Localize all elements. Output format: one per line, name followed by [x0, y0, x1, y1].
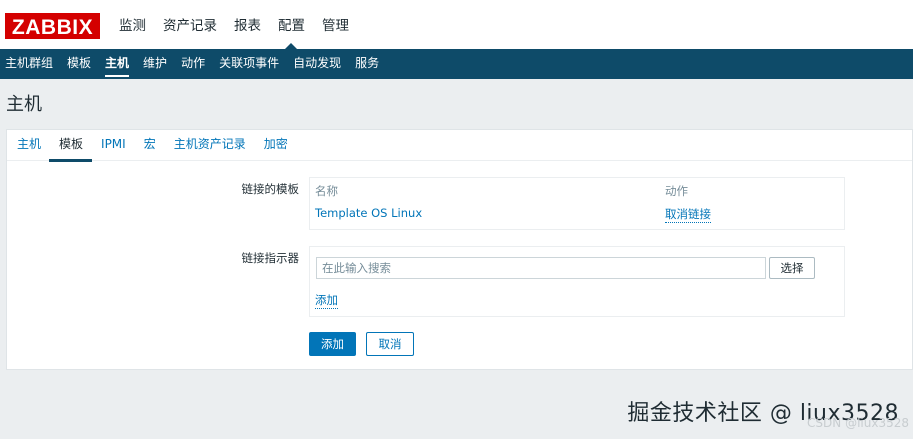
zabbix-logo[interactable]: ZABBIX: [5, 13, 100, 39]
column-header-name: 名称: [315, 184, 338, 198]
main-menu-reports[interactable]: 报表: [225, 0, 269, 49]
tab-macros[interactable]: 宏: [134, 130, 164, 161]
sub-menu-actions[interactable]: 动作: [176, 49, 214, 79]
sub-menu-host-groups[interactable]: 主机群组: [0, 49, 62, 79]
page-title: 主机: [6, 94, 42, 115]
watermark-subtext: CSDN @liux3528: [807, 416, 909, 430]
select-button[interactable]: 选择: [769, 257, 815, 279]
tab-templates[interactable]: 模板: [49, 130, 93, 162]
sub-menu-templates[interactable]: 模板: [62, 49, 100, 79]
link-indicator-box: 在此输入搜索 选择 添加: [309, 246, 845, 317]
add-button[interactable]: 添加: [309, 332, 356, 356]
linked-templates-table: 名称 动作 Template OS Linux 取消链接: [309, 177, 845, 230]
form-tabs: 主机 模板 IPMI 宏 主机资产记录 加密: [7, 130, 912, 162]
main-menu-configuration[interactable]: 配置: [269, 0, 313, 50]
top-header: ZABBIX 监测 资产记录 报表 配置 管理: [0, 0, 913, 50]
host-form-panel: 主机 模板 IPMI 宏 主机资产记录 加密 链接的模板 名称 动作 Templ…: [6, 129, 913, 370]
main-menu-inventory[interactable]: 资产记录: [154, 0, 225, 49]
link-indicator-label: 链接指示器: [241, 251, 300, 265]
sub-menu-maintenance[interactable]: 维护: [138, 49, 176, 79]
sub-menu-services[interactable]: 服务: [350, 49, 388, 79]
column-header-action: 动作: [665, 184, 688, 198]
unlink-button[interactable]: 取消链接: [665, 206, 711, 223]
sub-menu-event-correlation[interactable]: 关联项事件: [214, 49, 288, 79]
tab-host[interactable]: 主机: [7, 130, 49, 161]
add-link[interactable]: 添加: [315, 292, 338, 309]
linked-templates-label: 链接的模板: [241, 182, 300, 196]
sub-menu-hosts[interactable]: 主机: [100, 49, 138, 79]
cancel-button[interactable]: 取消: [366, 332, 414, 356]
tab-encryption[interactable]: 加密: [254, 130, 296, 161]
template-search-input[interactable]: 在此输入搜索: [316, 257, 766, 279]
main-menu-monitoring[interactable]: 监测: [110, 0, 154, 49]
main-menu-administration[interactable]: 管理: [313, 0, 357, 49]
sub-menu: 主机群组 模板 主机 维护 动作 关联项事件 自动发现 服务: [0, 49, 913, 79]
sub-menu-discovery[interactable]: 自动发现: [288, 49, 350, 79]
tab-host-inventory[interactable]: 主机资产记录: [164, 130, 254, 161]
main-menu: 监测 资产记录 报表 配置 管理: [110, 0, 357, 50]
tab-ipmi[interactable]: IPMI: [91, 130, 134, 161]
linked-template-name[interactable]: Template OS Linux: [315, 206, 422, 220]
